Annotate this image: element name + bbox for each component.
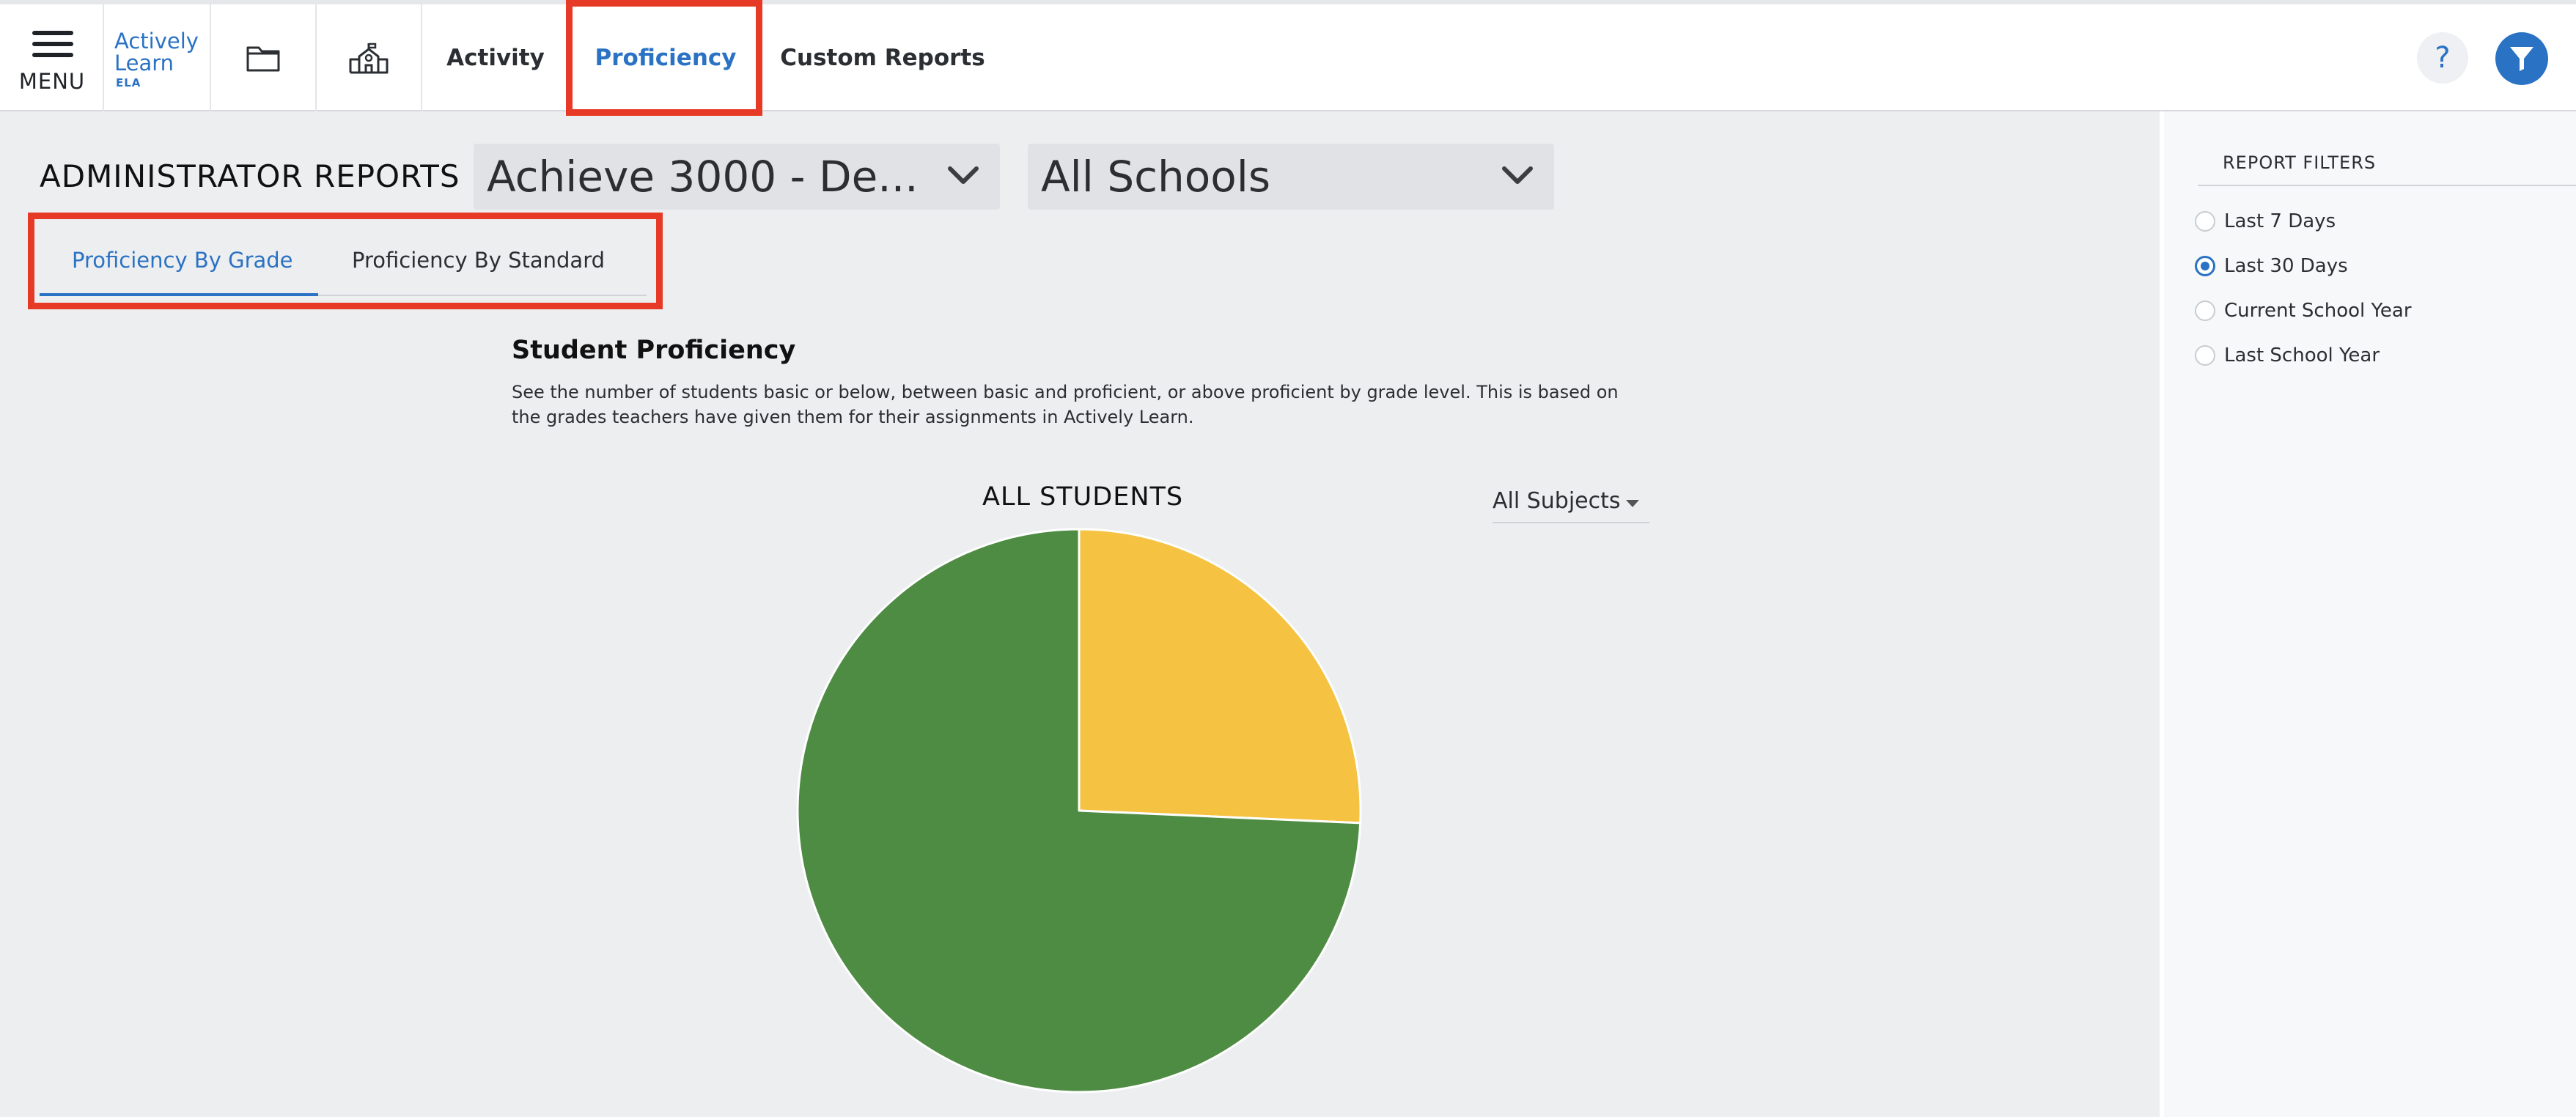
filter-icon <box>2510 47 2533 71</box>
chart-title: ALL STUDENTS <box>982 482 1184 512</box>
school-select[interactable]: All Schools <box>1028 144 1554 210</box>
district-select[interactable]: Achieve 3000 - De... <box>474 144 1000 210</box>
filter-label: Current School Year <box>2224 300 2412 322</box>
district-select-value: Achieve 3000 - De... <box>487 152 919 202</box>
report-filters-divider <box>2198 185 2576 186</box>
pie-slice-0[interactable] <box>1078 528 1362 825</box>
section-description: See the number of students basic or belo… <box>512 382 1619 427</box>
section-title: Student Proficiency <box>512 336 796 365</box>
schools-button[interactable] <box>317 4 422 111</box>
chevron-down-icon <box>948 166 979 184</box>
menu-label: MENU <box>18 69 86 94</box>
caret-down-icon <box>1626 500 1639 507</box>
page-title: ADMINISTRATOR REPORTS <box>40 158 460 194</box>
subtabs-highlight <box>28 213 663 309</box>
actively-learn-logo[interactable]: Actively Learn ELA <box>104 4 211 111</box>
school-icon <box>349 43 389 74</box>
filter-label: Last 7 Days <box>2224 210 2336 232</box>
report-filters-panel: REPORT FILTERS Last 7 Days Last 30 Days … <box>2160 111 2576 1117</box>
logo-line-2: Learn <box>114 51 174 75</box>
filter-current-school-year[interactable]: Current School Year <box>2195 296 2412 325</box>
tab-custom-reports[interactable]: Custom Reports <box>765 4 1000 111</box>
filter-button[interactable] <box>2495 32 2548 85</box>
proficiency-tab-highlight <box>566 0 762 116</box>
help-button[interactable]: ? <box>2417 32 2468 84</box>
filter-label: Last 30 Days <box>2224 255 2348 277</box>
subject-select[interactable]: All Subjects <box>1493 488 1649 523</box>
top-navigation-bar: MENU Actively Learn ELA Activity Profici… <box>0 0 2576 111</box>
logo-line-1: Actively <box>114 29 199 54</box>
radio-button-selected[interactable] <box>2195 256 2215 276</box>
subject-select-value: All Subjects <box>1493 488 1621 514</box>
filter-label: Last School Year <box>2224 344 2380 366</box>
menu-button[interactable]: MENU <box>0 4 104 111</box>
folder-icon <box>246 46 280 72</box>
proficiency-pie-chart <box>796 528 1362 1094</box>
library-button[interactable] <box>211 4 317 111</box>
radio-button[interactable] <box>2195 211 2215 232</box>
filter-last-30-days[interactable]: Last 30 Days <box>2195 251 2348 281</box>
radio-button[interactable] <box>2195 301 2215 321</box>
filter-last-school-year[interactable]: Last School Year <box>2195 341 2380 370</box>
report-filters-title: REPORT FILTERS <box>2223 152 2377 173</box>
tab-activity[interactable]: Activity <box>422 4 569 111</box>
radio-button[interactable] <box>2195 345 2215 366</box>
hamburger-icon <box>32 31 73 60</box>
filter-last-7-days[interactable]: Last 7 Days <box>2195 207 2336 236</box>
chevron-down-icon <box>1502 166 1533 184</box>
logo-subtitle: ELA <box>116 76 141 89</box>
school-select-value: All Schools <box>1041 152 1271 202</box>
help-icon: ? <box>2435 41 2451 75</box>
